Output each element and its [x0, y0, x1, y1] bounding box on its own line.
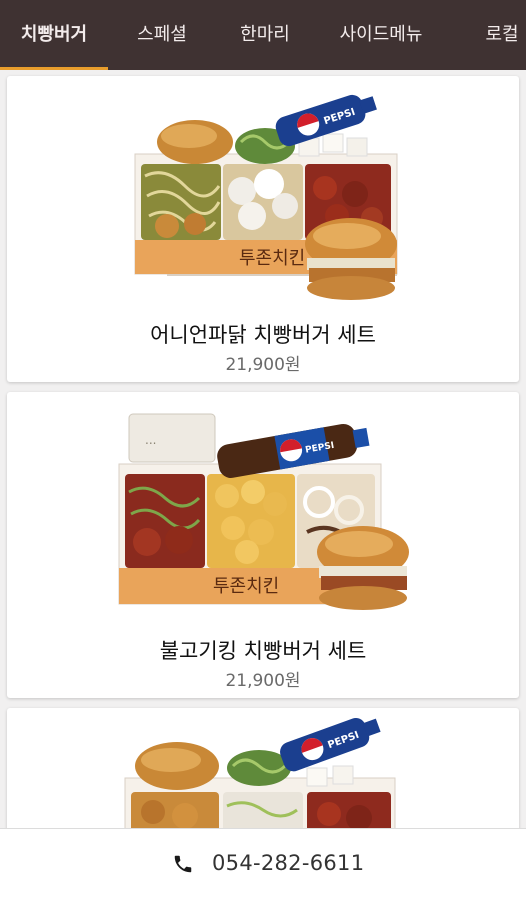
call-bar[interactable]: 054-282-6611	[0, 828, 526, 901]
product-price: 21,900원	[225, 355, 301, 375]
product-card[interactable]: PEPSI	[7, 708, 519, 848]
product-card[interactable]: 투존치킨 PEPSI 어니언파닭 치빵버거 세트 21,900원	[7, 76, 519, 382]
tab-whole-chicken[interactable]: 한마리	[220, 0, 310, 70]
tab-chippang-burger[interactable]: 치빵버거	[0, 0, 108, 70]
product-name: 어니언파닭 치빵버거 세트	[150, 323, 376, 347]
svg-text:...: ...	[145, 433, 156, 447]
tab-side-menu[interactable]: 사이드메뉴	[326, 0, 436, 70]
product-image: ... 투존치킨 PEPSI	[118, 413, 409, 610]
phone-icon	[174, 855, 192, 873]
product-card[interactable]: ... 투존치킨 PEPSI 불고기킹 치빵버거 세트 21,900원	[7, 392, 519, 698]
product-image: PEPSI	[124, 717, 396, 848]
product-image: 투존치킨 PEPSI	[134, 94, 398, 300]
category-tab-bar: 치빵버거 스페셜 한마리 사이드메뉴 로컬	[0, 0, 526, 70]
svg-text:투존치킨: 투존치킨	[213, 576, 279, 597]
product-price: 21,900원	[225, 671, 301, 691]
product-name: 불고기킹 치빵버거 세트	[159, 639, 367, 663]
tab-local[interactable]: 로컬	[462, 0, 526, 70]
tab-special[interactable]: 스페셜	[112, 0, 212, 70]
svg-text:투존치킨: 투존치킨	[239, 248, 305, 269]
phone-number[interactable]: 054-282-6611	[212, 851, 364, 875]
active-tab-indicator	[0, 67, 108, 70]
